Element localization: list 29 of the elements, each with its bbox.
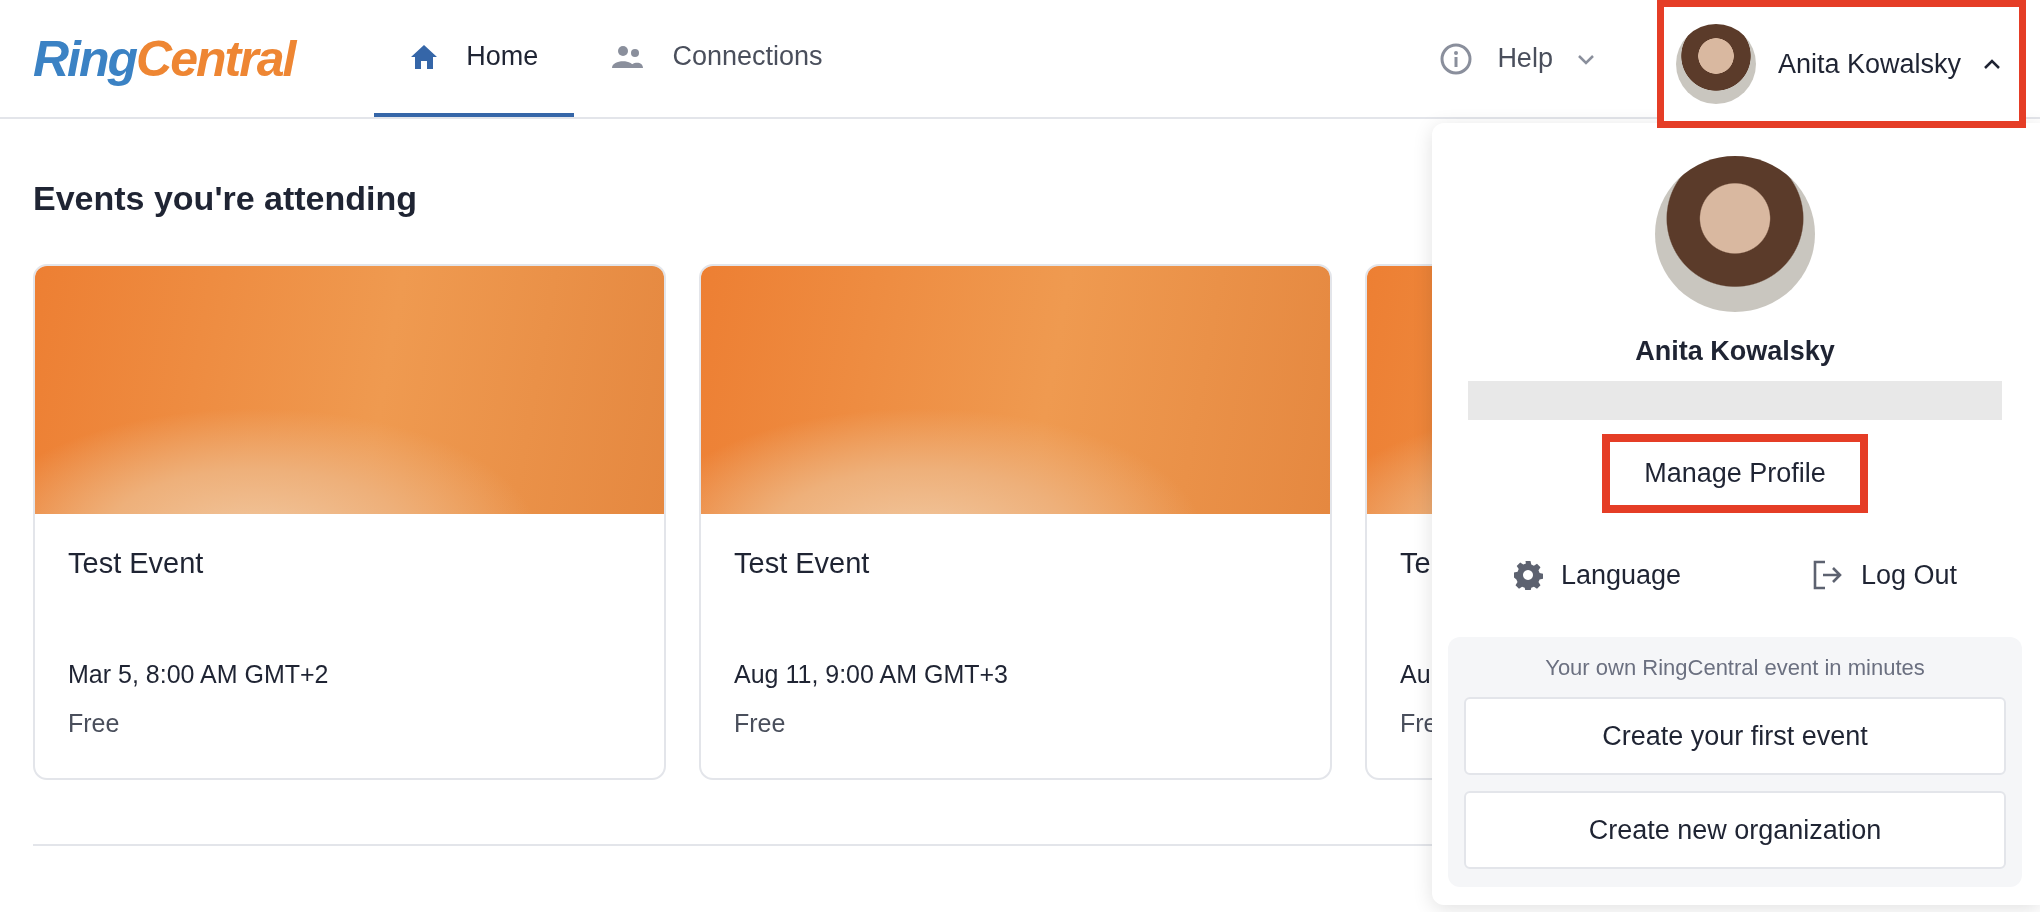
settings-icon (1512, 560, 1543, 590)
menu-action[interactable]: Language (1512, 559, 1682, 591)
profile-name: Anita Kowalsky (1635, 336, 1835, 367)
chevron-icon (1983, 58, 2001, 70)
section-title: Events you're attending (33, 179, 419, 218)
help-menu[interactable]: Help (1439, 0, 1595, 117)
event-title: Test Event (68, 547, 205, 580)
event-card[interactable]: Test Event Mar 5, 8:00 AM GMT+2 Free (33, 264, 666, 780)
create-button[interactable]: Create your first event (1464, 697, 2006, 775)
event-date: Mar 5, 8:00 AM GMT+2 (68, 660, 330, 689)
create-button[interactable]: Create new organization (1464, 791, 2006, 869)
nav-tab[interactable]: Connections (574, 0, 859, 117)
event-title: Te (1400, 547, 1432, 580)
event-price: Free (734, 709, 787, 738)
promo-text: Your own RingCentral event in minutes (1545, 655, 1925, 681)
event-date: Aug 11, 9:00 AM GMT+3 (734, 660, 1009, 689)
logo[interactable]: RingCentral (33, 29, 295, 88)
event-price: Free (68, 709, 121, 738)
event-date: Au (1400, 660, 1432, 689)
nav-tab[interactable]: Home (374, 0, 575, 117)
manage-profile-button[interactable]: Manage Profile (1602, 434, 1868, 513)
info-icon (1439, 41, 1474, 76)
chevron-icon (1576, 52, 1595, 65)
event-card[interactable]: Test Event Aug 11, 9:00 AM GMT+3 Free (699, 264, 1332, 780)
people-icon (610, 44, 645, 69)
user-menu[interactable]: Anita Kowalsky (1656, 0, 2026, 128)
menu-action[interactable]: Log Out (1810, 559, 1958, 591)
home-icon (410, 43, 439, 70)
event-title: Test Event (734, 547, 871, 580)
